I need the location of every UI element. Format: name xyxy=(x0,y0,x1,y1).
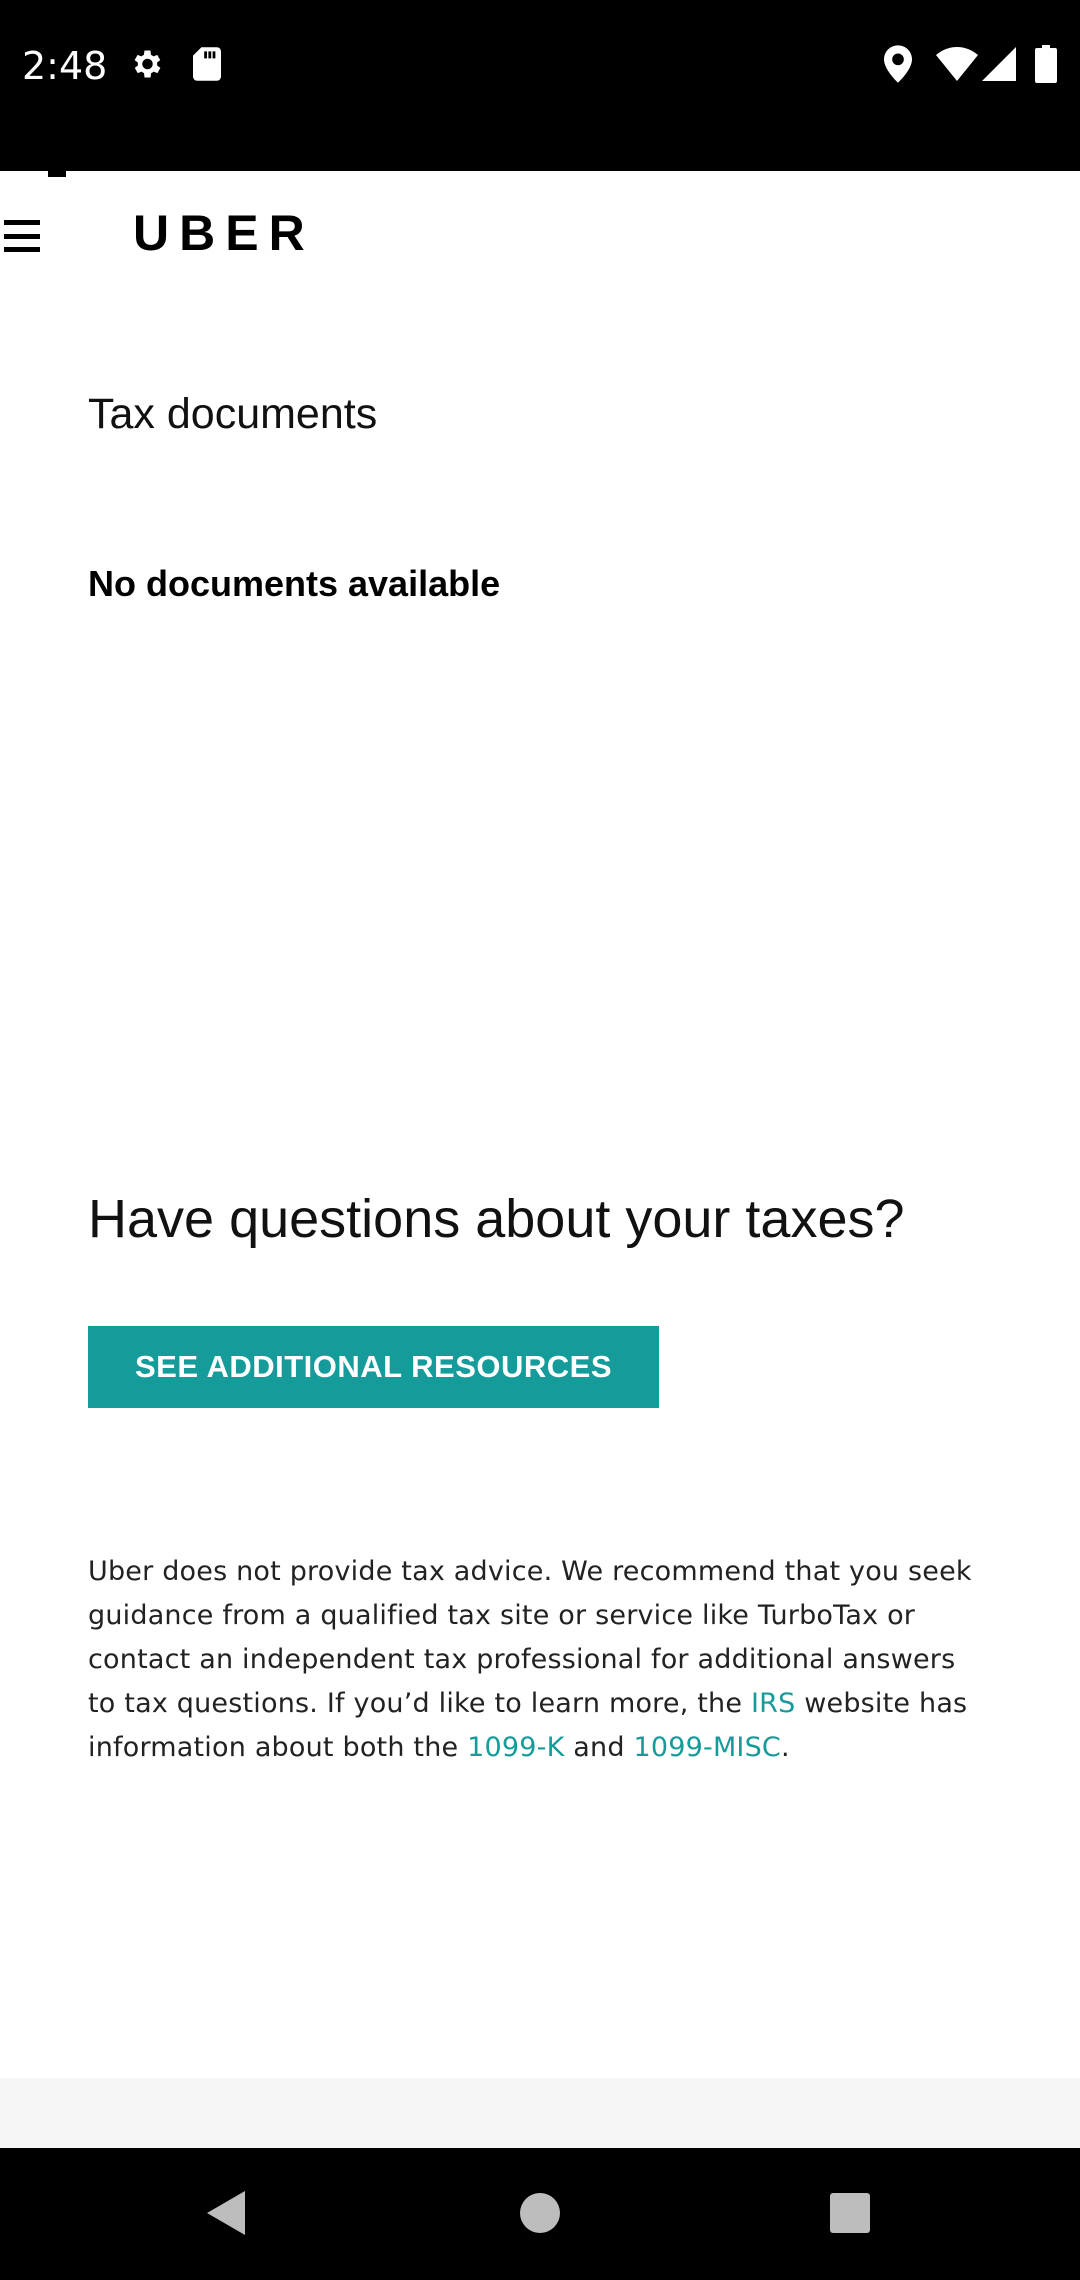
battery-icon xyxy=(1033,44,1059,84)
menu-icon-bar xyxy=(4,247,40,252)
loading-indicator xyxy=(48,171,66,177)
see-additional-resources-button[interactable]: SEE ADDITIONAL RESOURCES xyxy=(88,1326,659,1408)
disclaimer-text: and xyxy=(564,1732,634,1763)
status-time: 2:48 xyxy=(22,44,108,88)
irs-link[interactable]: IRS xyxy=(751,1688,795,1719)
signal-icon xyxy=(980,44,1018,84)
uber-logo[interactable]: UBER xyxy=(133,204,315,262)
back-icon xyxy=(207,2191,245,2235)
menu-icon-bar xyxy=(4,220,40,225)
home-icon xyxy=(520,2193,560,2233)
recents-icon xyxy=(830,2193,870,2233)
page-footer xyxy=(0,2078,1080,2148)
menu-button[interactable] xyxy=(4,220,40,252)
status-bar: 2:48 xyxy=(0,0,1080,171)
page-title: Tax documents xyxy=(88,390,378,438)
location-icon xyxy=(880,44,916,84)
home-button[interactable] xyxy=(515,2188,565,2238)
sd-card-icon xyxy=(190,44,224,84)
recents-button[interactable] xyxy=(825,2188,875,2238)
questions-heading: Have questions about your taxes? xyxy=(88,1189,905,1249)
back-button[interactable] xyxy=(202,2188,252,2238)
disclaimer-text: . xyxy=(781,1732,790,1763)
menu-icon-bar xyxy=(4,233,40,239)
settings-icon xyxy=(126,44,166,84)
tax-disclaimer: Uber does not provide tax advice. We rec… xyxy=(88,1550,988,1770)
empty-state-message: No documents available xyxy=(88,563,501,604)
1099-k-link[interactable]: 1099-K xyxy=(467,1732,564,1763)
1099-misc-link[interactable]: 1099-MISC xyxy=(633,1732,781,1763)
wifi-icon xyxy=(935,44,979,84)
